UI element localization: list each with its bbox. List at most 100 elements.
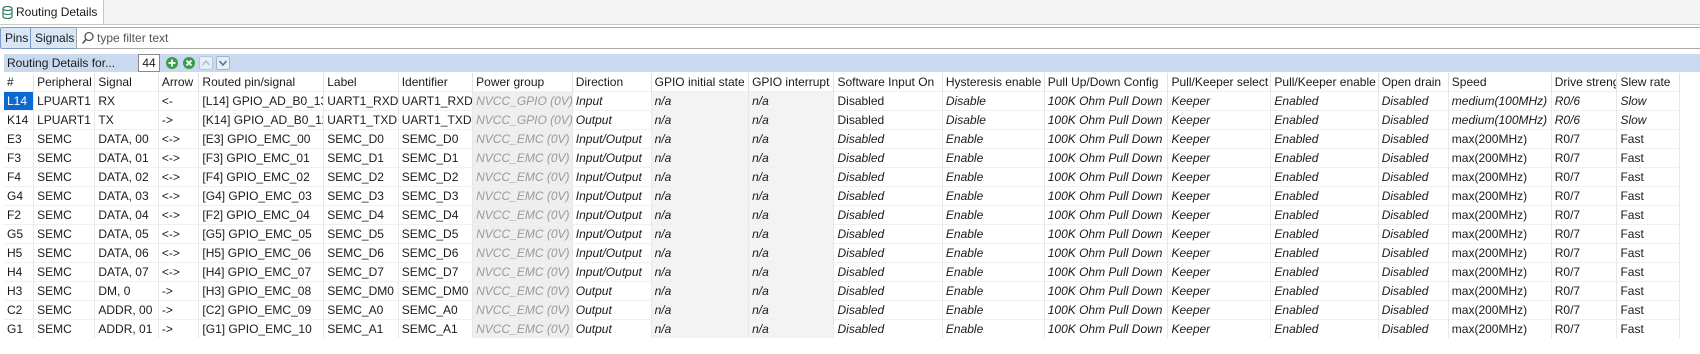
- table-cell[interactable]: NVCC_EMC (0V): [472, 281, 573, 301]
- table-cell[interactable]: K14: [4, 110, 35, 130]
- table-cell[interactable]: DATA, 06: [94, 243, 159, 263]
- table-cell[interactable]: NVCC_EMC (0V): [472, 224, 573, 244]
- table-cell[interactable]: SEMC: [33, 300, 96, 320]
- table-cell[interactable]: SEMC_D7: [398, 262, 474, 282]
- table-cell[interactable]: SEMC_DM0: [323, 281, 399, 301]
- table-row[interactable]: G1 SEMC ADDR, 01 -> [G1] GPIO_EMC_10 SEMC_A1 S…: [4, 319, 1680, 338]
- table-cell[interactable]: Fast: [1616, 319, 1680, 338]
- table-cell[interactable]: Input/Output: [572, 243, 652, 263]
- table-cell[interactable]: Enable: [942, 300, 1045, 320]
- pins-button[interactable]: Pins: [0, 27, 34, 49]
- table-cell[interactable]: Disabled: [833, 243, 943, 263]
- column-header[interactable]: Pull Up/Down Config: [1044, 73, 1169, 92]
- table-cell[interactable]: Enable: [942, 319, 1045, 338]
- table-cell[interactable]: Output: [572, 110, 652, 130]
- table-cell[interactable]: G4: [4, 186, 35, 206]
- table-cell[interactable]: Enabled: [1270, 224, 1379, 244]
- table-cell[interactable]: Fast: [1616, 186, 1680, 206]
- column-header[interactable]: Hysteresis enable: [942, 73, 1045, 92]
- table-cell[interactable]: max(200MHz): [1448, 167, 1552, 187]
- table-cell[interactable]: Enable: [942, 167, 1045, 187]
- table-cell[interactable]: Enabled: [1270, 243, 1379, 263]
- table-cell[interactable]: C2: [4, 300, 35, 320]
- table-cell[interactable]: NVCC_GPIO (0V): [472, 110, 573, 130]
- table-cell[interactable]: Enabled: [1270, 167, 1379, 187]
- table-cell[interactable]: n/a: [748, 91, 835, 111]
- table-cell[interactable]: n/a: [651, 110, 750, 130]
- table-cell[interactable]: n/a: [748, 129, 835, 149]
- table-cell[interactable]: max(200MHz): [1448, 148, 1552, 168]
- table-cell[interactable]: Keeper: [1167, 243, 1272, 263]
- table-cell[interactable]: <->: [158, 243, 200, 263]
- table-cell[interactable]: 100K Ohm Pull Down: [1044, 224, 1169, 244]
- table-cell[interactable]: n/a: [651, 205, 750, 225]
- table-cell[interactable]: <->: [158, 186, 200, 206]
- table-cell[interactable]: Input/Output: [572, 205, 652, 225]
- table-cell[interactable]: Output: [572, 281, 652, 301]
- table-cell[interactable]: [H4] GPIO_EMC_07: [198, 262, 325, 282]
- table-cell[interactable]: R0/7: [1551, 129, 1618, 149]
- column-header[interactable]: Open drain: [1378, 73, 1449, 92]
- table-cell[interactable]: Fast: [1616, 205, 1680, 225]
- column-header[interactable]: Slew rate: [1616, 73, 1680, 92]
- table-cell[interactable]: Disabled: [833, 148, 943, 168]
- table-cell[interactable]: n/a: [748, 205, 835, 225]
- table-cell[interactable]: Keeper: [1167, 167, 1272, 187]
- table-row[interactable]: F2 SEMC DATA, 04 <-> [F2] GPIO_EMC_04 SEMC_D4…: [4, 205, 1680, 225]
- tab-routing-details[interactable]: Routing Details: [0, 0, 105, 24]
- table-cell[interactable]: 100K Ohm Pull Down: [1044, 205, 1169, 225]
- table-cell[interactable]: Disabled: [1378, 186, 1449, 206]
- table-cell[interactable]: Disabled: [833, 224, 943, 244]
- table-cell[interactable]: n/a: [748, 110, 835, 130]
- table-cell[interactable]: Disabled: [1378, 110, 1449, 130]
- table-cell[interactable]: [G4] GPIO_EMC_03: [198, 186, 325, 206]
- table-cell[interactable]: Disable: [942, 110, 1045, 130]
- table-cell[interactable]: n/a: [651, 243, 750, 263]
- table-cell[interactable]: Disabled: [833, 281, 943, 301]
- move-down-icon[interactable]: [216, 56, 230, 70]
- table-cell[interactable]: DM, 0: [94, 281, 159, 301]
- table-cell[interactable]: NVCC_EMC (0V): [472, 243, 573, 263]
- table-cell[interactable]: ADDR, 01: [94, 319, 159, 338]
- table-cell[interactable]: [K14] GPIO_AD_B0_12: [198, 110, 325, 130]
- table-cell[interactable]: max(200MHz): [1448, 319, 1552, 338]
- table-cell[interactable]: n/a: [748, 281, 835, 301]
- table-cell[interactable]: SEMC: [33, 186, 96, 206]
- table-cell[interactable]: <->: [158, 129, 200, 149]
- table-cell[interactable]: Disabled: [833, 186, 943, 206]
- table-cell[interactable]: Disabled: [833, 167, 943, 187]
- table-cell[interactable]: <->: [158, 262, 200, 282]
- table-cell[interactable]: R0/7: [1551, 224, 1618, 244]
- table-cell[interactable]: G1: [4, 319, 35, 338]
- table-cell[interactable]: Enable: [942, 129, 1045, 149]
- table-cell[interactable]: Input/Output: [572, 167, 652, 187]
- table-cell[interactable]: Disabled: [1378, 205, 1449, 225]
- table-cell[interactable]: Enable: [942, 243, 1045, 263]
- table-cell[interactable]: n/a: [748, 300, 835, 320]
- table-cell[interactable]: NVCC_EMC (0V): [472, 300, 573, 320]
- table-cell[interactable]: SEMC_DM0: [398, 281, 474, 301]
- table-cell[interactable]: SEMC_D3: [398, 186, 474, 206]
- table-cell[interactable]: Disabled: [833, 110, 943, 130]
- signals-button[interactable]: Signals: [30, 27, 80, 49]
- table-cell[interactable]: Output: [572, 300, 652, 320]
- table-cell[interactable]: Input: [572, 91, 652, 111]
- table-cell[interactable]: [L14] GPIO_AD_B0_13: [198, 91, 325, 111]
- table-cell[interactable]: max(200MHz): [1448, 243, 1552, 263]
- table-cell[interactable]: H4: [4, 262, 35, 282]
- table-cell[interactable]: Output: [572, 319, 652, 338]
- table-cell[interactable]: SEMC: [33, 167, 96, 187]
- table-cell[interactable]: RX: [94, 91, 159, 111]
- table-cell[interactable]: R0/7: [1551, 148, 1618, 168]
- table-cell[interactable]: 100K Ohm Pull Down: [1044, 319, 1169, 338]
- table-cell[interactable]: Input/Output: [572, 262, 652, 282]
- table-cell[interactable]: R0/6: [1551, 91, 1618, 111]
- table-cell[interactable]: Enable: [942, 205, 1045, 225]
- table-cell[interactable]: NVCC_EMC (0V): [472, 129, 573, 149]
- table-cell[interactable]: [F2] GPIO_EMC_04: [198, 205, 325, 225]
- table-cell[interactable]: SEMC: [33, 129, 96, 149]
- table-cell[interactable]: SEMC_D0: [323, 129, 399, 149]
- table-cell[interactable]: SEMC_A1: [323, 319, 399, 338]
- column-header[interactable]: Peripheral: [33, 73, 96, 92]
- table-cell[interactable]: Keeper: [1167, 110, 1272, 130]
